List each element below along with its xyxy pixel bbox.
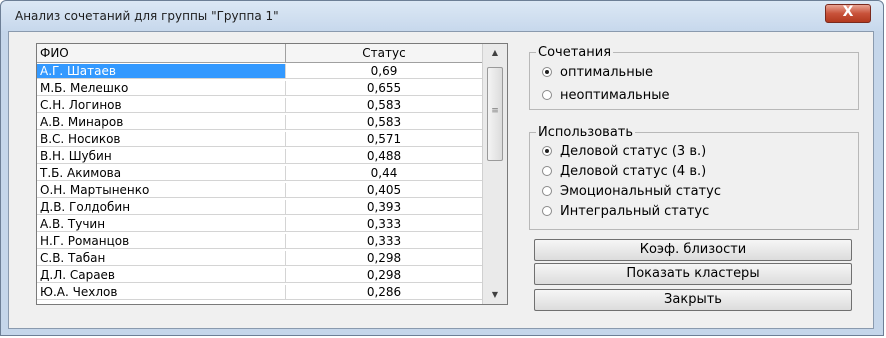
status-table[interactable]: ФИО Статус А.Г. Шатаев 0,69 М.Б. Мелешко 0,…: [36, 43, 508, 305]
cell-name: А.В. Минаров: [37, 115, 286, 130]
cell-status: 0,333: [286, 234, 483, 249]
scroll-thumb[interactable]: ≡: [487, 67, 503, 161]
radio-dot-icon: [542, 186, 552, 196]
cell-status: 0,583: [286, 98, 483, 113]
title-bar[interactable]: Анализ сочетаний для группы "Группа 1" X: [1, 1, 883, 31]
radio-dot-icon: [542, 146, 552, 156]
cell-status: 0,69: [286, 64, 483, 79]
table-row[interactable]: А.Г. Шатаев 0,69: [37, 64, 483, 79]
table-row[interactable]: В.С. Носиков 0,571: [37, 132, 483, 147]
radio-business-4[interactable]: Деловой статус (4 в.): [542, 164, 706, 179]
cell-status: 0,405: [286, 183, 483, 198]
radio-label: оптимальные: [560, 65, 653, 80]
radio-label: Деловой статус (3 в.): [560, 144, 707, 159]
cell-name: В.Н. Шубин: [37, 149, 286, 164]
combinations-legend: Сочетания: [536, 45, 614, 60]
cell-status: 0,44: [286, 166, 483, 181]
close-icon: X: [842, 4, 854, 20]
analysis-window: Анализ сочетаний для группы "Группа 1" X…: [0, 0, 884, 336]
dialog-client-area: ФИО Статус А.Г. Шатаев 0,69 М.Б. Мелешко 0,…: [8, 31, 874, 329]
scroll-down-icon[interactable]: ▼: [483, 286, 507, 304]
cell-status: 0,571: [286, 132, 483, 147]
radio-label: неоптимальные: [560, 88, 670, 103]
table-header: ФИО Статус: [37, 44, 483, 64]
cell-status: 0,655: [286, 81, 483, 96]
show-clusters-button[interactable]: Показать кластеры: [534, 263, 852, 285]
table-row[interactable]: В.Н. Шубин 0,488: [37, 149, 483, 164]
window-title: Анализ сочетаний для группы "Группа 1": [15, 9, 279, 23]
cell-name: Н.Г. Романцов: [37, 234, 286, 249]
cell-status: 0,298: [286, 268, 483, 283]
radio-label: Деловой статус (4 в.): [560, 164, 707, 179]
table-row[interactable]: Д.Л. Сараев 0,298: [37, 268, 483, 283]
cell-name: А.Г. Шатаев: [37, 64, 286, 79]
radio-dot-icon: [542, 206, 552, 216]
radio-optimal[interactable]: оптимальные: [542, 65, 653, 80]
cell-name: В.С. Носиков: [37, 132, 286, 147]
close-window-button[interactable]: X: [825, 4, 871, 23]
cell-status: 0,393: [286, 200, 483, 215]
column-header-status[interactable]: Статус: [286, 44, 483, 63]
cell-status: 0,298: [286, 251, 483, 266]
table-row[interactable]: Ю.А. Чехлов 0,286: [37, 285, 483, 300]
cell-status: 0,333: [286, 217, 483, 232]
cell-name: Д.Л. Сараев: [37, 268, 286, 283]
radio-dot-icon: [542, 166, 552, 176]
close-button[interactable]: Закрыть: [534, 289, 852, 311]
table-row[interactable]: С.Н. Логинов 0,583: [37, 98, 483, 113]
cell-status: 0,286: [286, 285, 483, 300]
cell-name: Т.Б. Акимова: [37, 166, 286, 181]
scroll-up-icon[interactable]: ▲: [483, 44, 507, 62]
cell-name: М.Б. Мелешко: [37, 81, 286, 96]
use-legend: Использовать: [536, 125, 636, 140]
radio-business-3[interactable]: Деловой статус (3 в.): [542, 144, 706, 159]
cell-name: Д.В. Голдобин: [37, 200, 286, 215]
radio-integral[interactable]: Интегральный статус: [542, 204, 709, 219]
radio-dot-icon: [542, 67, 552, 77]
cell-name: С.Н. Логинов: [37, 98, 286, 113]
proximity-button[interactable]: Коэф. близости: [534, 239, 852, 261]
table-row[interactable]: Д.В. Голдобин 0,393: [37, 200, 483, 215]
cell-name: О.Н. Мартыненко: [37, 183, 286, 198]
table-row[interactable]: А.В. Минаров 0,583: [37, 115, 483, 130]
vertical-scrollbar[interactable]: ▲ ≡ ▼: [482, 44, 507, 304]
cell-name: Ю.А. Чехлов: [37, 285, 286, 300]
table-row[interactable]: М.Б. Мелешко 0,655: [37, 81, 483, 96]
table-row[interactable]: Н.Г. Романцов 0,333: [37, 234, 483, 249]
radio-label: Эмоциональный статус: [560, 184, 721, 199]
table-row[interactable]: Т.Б. Акимова 0,44: [37, 166, 483, 181]
table-row[interactable]: О.Н. Мартыненко 0,405: [37, 183, 483, 198]
radio-nonoptimal[interactable]: неоптимальные: [542, 88, 669, 103]
table-row[interactable]: С.В. Табан 0,298: [37, 251, 483, 266]
cell-name: С.В. Табан: [37, 251, 286, 266]
table-row[interactable]: А.В. Тучин 0,333: [37, 217, 483, 232]
column-header-name[interactable]: ФИО: [37, 44, 286, 63]
radio-dot-icon: [542, 90, 552, 100]
cell-name: А.В. Тучин: [37, 217, 286, 232]
combinations-group: Сочетания оптимальные неоптимальные: [529, 45, 859, 110]
cell-status: 0,488: [286, 149, 483, 164]
radio-emotional[interactable]: Эмоциональный статус: [542, 184, 721, 199]
use-group: Использовать Деловой статус (3 в.) Делов…: [529, 125, 859, 230]
cell-status: 0,583: [286, 115, 483, 130]
radio-label: Интегральный статус: [560, 204, 710, 219]
grip-icon: ≡: [491, 106, 499, 116]
